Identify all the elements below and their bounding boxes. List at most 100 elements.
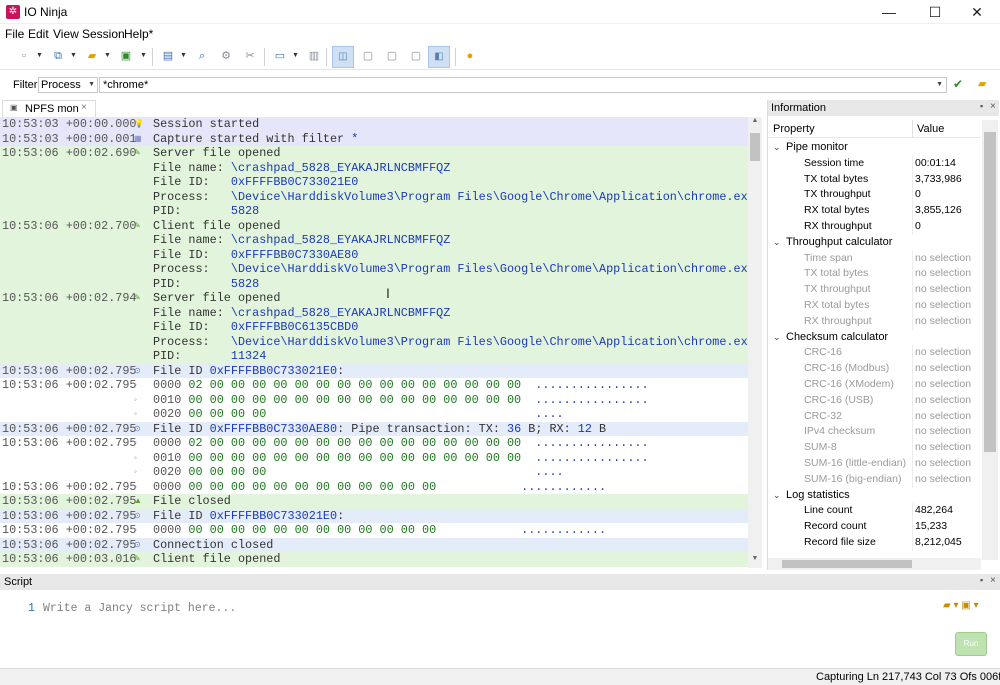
script-file-tools-icon[interactable]: ▰ ▾ ▣ ▾ <box>943 600 979 611</box>
new-session-dropdown-icon[interactable]: ▼ <box>36 51 43 61</box>
log-row[interactable]: ◦ 0020 00 00 00 00 .... <box>0 407 748 422</box>
column-header-value[interactable]: Value <box>917 123 944 135</box>
filter-options-icon[interactable]: ▰ <box>978 77 986 90</box>
property-row[interactable]: Record file size 8,212,045 <box>768 535 981 551</box>
property-row[interactable]: RX total bytes no selection <box>768 298 981 314</box>
open-folder-icon[interactable]: ▰ <box>84 47 100 65</box>
new-session-icon[interactable]: ▫ <box>16 47 32 65</box>
property-row[interactable]: CRC-16 no selection <box>768 345 981 362</box>
property-row[interactable]: RX throughput 0 <box>768 219 981 235</box>
open-dropdown-icon[interactable]: ▼ <box>104 51 111 61</box>
property-row[interactable]: CRC-32 no selection <box>768 408 981 425</box>
log-row[interactable]: PID: 11324 <box>0 349 748 364</box>
filter-type-select[interactable]: Process ▼ <box>38 77 98 93</box>
property-row[interactable]: Record count 15,233 <box>768 519 981 535</box>
log-row[interactable]: 10:53:06 +00:02.795 ◦ 0000 02 00 00 00 00 … <box>0 378 748 393</box>
log-row[interactable]: PID: 5828 <box>0 204 748 219</box>
column-header-property[interactable]: Property <box>773 123 815 135</box>
properties-icon[interactable]: ⚙ <box>218 47 234 65</box>
log-row[interactable]: 10:53:06 +00:02.795 ⊙ File ID 0xFFFFBB0C73… <box>0 509 748 524</box>
info-scroll-thumb[interactable] <box>984 132 996 452</box>
close-tab-icon[interactable]: × <box>81 102 87 113</box>
property-row[interactable]: SUM-16 (big-endian) no selection <box>768 471 981 488</box>
log-scrollbar[interactable]: ▲ ▼ <box>748 117 762 568</box>
property-row[interactable]: CRC-16 (Modbus) no selection <box>768 361 981 377</box>
tools-icon[interactable]: ✂ <box>242 47 258 65</box>
property-row[interactable]: TX total bytes 3,733,986 <box>768 171 981 188</box>
log-row[interactable]: 10:53:06 +00:02.795 ◦ 0000 02 00 00 00 00 … <box>0 436 748 451</box>
log-row[interactable]: PID: 5828 <box>0 277 748 292</box>
property-row[interactable]: IPv4 checksum no selection <box>768 424 981 441</box>
maximize-button[interactable]: ☐ <box>912 0 958 24</box>
property-row[interactable]: Time span no selection <box>768 250 981 267</box>
close-icon[interactable]: × <box>990 101 996 112</box>
plugins-dropdown-icon[interactable]: ▼ <box>70 51 77 61</box>
chevron-down-icon[interactable]: ▼ <box>936 78 943 92</box>
chevron-down-icon[interactable]: ⌄ <box>773 140 781 156</box>
log-row[interactable]: File name: \crashpad_5828_EYAKAJRLNCBMFF… <box>0 306 748 321</box>
chevron-down-icon[interactable]: ⌄ <box>773 488 781 504</box>
close-icon[interactable]: × <box>990 575 996 586</box>
plugins-icon[interactable]: ⧉ <box>50 47 66 65</box>
property-row[interactable]: TX total bytes no selection <box>768 266 981 283</box>
log-row[interactable]: 10:53:06 +00:02.700 ✎ Client file opened <box>0 219 748 234</box>
save-icon[interactable]: ▣ <box>118 47 134 65</box>
log-row[interactable]: Process: \Device\HarddiskVolume3\Program… <box>0 335 748 350</box>
menu-session[interactable]: Session <box>82 27 125 41</box>
layout-icon[interactable]: ▥ <box>306 47 322 65</box>
log-row[interactable]: 10:53:06 +00:02.794 ✎ Server file opened <box>0 291 748 306</box>
property-row[interactable]: SUM-16 (little-endian) no selection <box>768 456 981 472</box>
apply-filter-icon[interactable]: ✔ <box>953 77 963 91</box>
log-row[interactable]: File ID: 0xFFFFBB0C733021E0 <box>0 175 748 190</box>
menu-file[interactable]: File <box>5 27 24 41</box>
run-script-button[interactable]: Run <box>955 632 987 656</box>
log-row[interactable]: 10:53:06 +00:03.016 ✎ Client file opened <box>0 552 748 567</box>
property-row[interactable]: RX throughput no selection <box>768 313 981 330</box>
property-row[interactable]: CRC-16 (XModem) no selection <box>768 377 981 393</box>
chevron-down-icon[interactable]: ⌄ <box>773 235 781 251</box>
filter-input[interactable]: *chrome* ▼ <box>99 77 947 93</box>
property-group[interactable]: ⌄ Pipe monitor <box>768 140 981 156</box>
menu-help[interactable]: Help* <box>124 27 153 41</box>
log-row[interactable]: 10:53:06 +00:02.690 ✎ Server file opened <box>0 146 748 161</box>
menu-view[interactable]: View <box>53 27 79 41</box>
column-divider[interactable] <box>912 120 913 138</box>
menu-edit[interactable]: Edit <box>28 27 49 41</box>
log-row[interactable]: 10:53:06 +00:02.795 ⊙ Connection closed <box>0 538 748 553</box>
log-row[interactable]: ◦ 0010 00 00 00 00 00 00 00 00 00 00 00 0… <box>0 451 748 466</box>
log-row[interactable]: Process: \Device\HarddiskVolume3\Program… <box>0 262 748 277</box>
minimize-button[interactable]: — <box>866 0 912 24</box>
log-row[interactable]: Process: \Device\HarddiskVolume3\Program… <box>0 190 748 205</box>
property-row[interactable]: SUM-8 no selection <box>768 440 981 456</box>
property-row[interactable]: CRC-16 (USB) no selection <box>768 392 981 409</box>
property-group[interactable]: ⌄ Log statistics <box>768 488 981 504</box>
log-view[interactable]: 10:53:03 +00:00.000 💡 Session started 10:53… <box>0 117 748 568</box>
log-row[interactable]: 10:53:06 +00:02.795 ⊙ File ID 0xFFFFBB0C73… <box>0 364 748 379</box>
document-dropdown-icon[interactable]: ▼ <box>180 51 187 61</box>
log-row[interactable]: 10:53:03 +00:00.001 ▦ Capture started with… <box>0 132 748 147</box>
capture-toggle-icon[interactable]: ◫ <box>332 46 354 68</box>
monitor-dropdown-icon[interactable]: ▼ <box>292 51 299 61</box>
property-row[interactable]: TX throughput no selection <box>768 282 981 298</box>
log-row[interactable]: 10:53:06 +00:02.795 ◦ 0000 00 00 00 00 00 … <box>0 480 748 495</box>
save-dropdown-icon[interactable]: ▼ <box>140 51 147 61</box>
property-row[interactable]: TX throughput 0 <box>768 187 981 204</box>
tab-icon[interactable]: ▢ <box>408 47 424 65</box>
info-hscroll-thumb[interactable] <box>782 560 912 568</box>
property-group[interactable]: ⌄ Throughput calculator <box>768 235 981 251</box>
property-group[interactable]: ⌄ Checksum calculator <box>768 330 981 346</box>
document-icon[interactable]: ▤ <box>160 47 176 65</box>
tab-npfs-mon[interactable]: ▣ NPFS mon × <box>2 100 96 117</box>
info-horizontal-scrollbar[interactable] <box>768 558 981 570</box>
scroll-down-icon[interactable]: ▼ <box>748 555 762 562</box>
log-row[interactable]: File name: \crashpad_5828_EYAKAJRLNCBMFF… <box>0 161 748 176</box>
log-row[interactable]: 10:53:06 +00:02.795 ◦ 0000 00 00 00 00 00 … <box>0 523 748 538</box>
property-row[interactable]: RX total bytes 3,855,126 <box>768 203 981 219</box>
property-row[interactable]: Session time 00:01:14 <box>768 155 981 172</box>
info-pane-toggle-icon[interactable]: ◧ <box>428 46 450 68</box>
log-row[interactable]: File ID: 0xFFFFBB0C6135CBD0 <box>0 320 748 335</box>
monitor-icon[interactable]: ▭ <box>272 47 288 65</box>
script-editor[interactable]: 1 Write a Jancy script here... ▰ ▾ ▣ ▾ R… <box>0 590 1000 668</box>
find-icon[interactable]: ⌕ <box>194 47 210 65</box>
log-row[interactable]: File name: \crashpad_5828_EYAKAJRLNCBMFF… <box>0 233 748 248</box>
